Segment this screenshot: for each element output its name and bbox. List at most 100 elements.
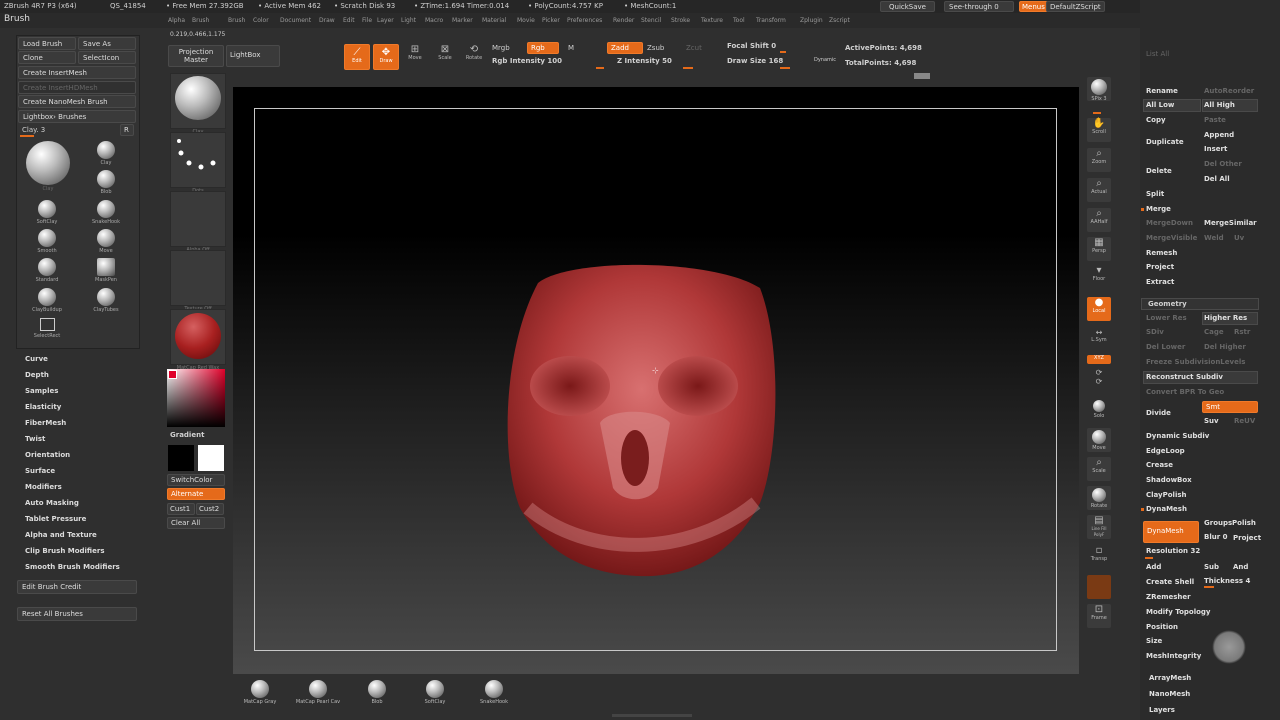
brush-slot-claytubes[interactable]: ClayTubes [86, 288, 126, 313]
menu-item-alpha[interactable]: Alpha [168, 17, 185, 24]
cage-button[interactable]: Cage [1204, 328, 1224, 336]
size-button[interactable]: Size [1146, 637, 1162, 645]
create-inserthdmesh-button[interactable]: Create InsertHDMesh [18, 81, 136, 94]
merge-button[interactable]: Merge [1146, 205, 1171, 213]
menu-item-tool[interactable]: Tool [733, 17, 745, 24]
add-button[interactable]: Add [1146, 563, 1161, 571]
menu-modifiers[interactable]: Modifiers [25, 483, 62, 491]
menu-samples[interactable]: Samples [25, 387, 58, 395]
del-all-button[interactable]: Del All [1204, 175, 1230, 183]
tray-toggle[interactable] [914, 73, 930, 79]
mergesimilar-button[interactable]: MergeSimilar [1204, 219, 1257, 227]
secondary-color-swatch[interactable] [198, 445, 224, 471]
zadd-button[interactable]: Zadd [607, 42, 643, 54]
spix-slider[interactable] [1093, 112, 1101, 114]
mrgb-button[interactable]: Mrgb [492, 44, 510, 52]
transp-button[interactable]: ▫ Transp [1087, 545, 1111, 569]
spix-button[interactable]: SPix 3 [1087, 77, 1111, 102]
polish-toggle[interactable]: Polish [1232, 519, 1256, 527]
actual-button[interactable]: ⌕ Actual [1087, 178, 1111, 202]
menu-item-transform[interactable]: Transform [756, 17, 786, 24]
menu-item-document[interactable]: Document [280, 17, 311, 24]
rotate-axis-icon[interactable]: ⟳ ⟳ [1087, 368, 1111, 392]
meshintegrity-button[interactable]: MeshIntegrity [1146, 652, 1201, 660]
create-nanomesh-button[interactable]: Create NanoMesh Brush [18, 95, 136, 108]
menu-auto-masking[interactable]: Auto Masking [25, 499, 79, 507]
menu-item-stencil[interactable]: Stencil [641, 17, 661, 24]
shelf-matcap-gray[interactable]: MatCap Gray [230, 680, 290, 705]
rstr-button[interactable]: Rstr [1234, 328, 1250, 336]
reconstruct-subdiv-button[interactable]: Reconstruct Subdiv [1146, 373, 1223, 381]
scroll-button[interactable]: ✋ Scroll [1087, 118, 1111, 142]
brush-slot-snakehook[interactable]: SnakeHook [86, 200, 126, 225]
position-button[interactable]: Position [1146, 623, 1178, 631]
menus-button[interactable]: Menus [1019, 1, 1048, 12]
mergedown-button[interactable]: MergeDown [1146, 219, 1193, 227]
smt-toggle[interactable]: Smt [1202, 401, 1258, 413]
create-insertmesh-button[interactable]: Create InsertMesh [18, 66, 136, 79]
texture-thumbnail[interactable]: Texture Off [170, 250, 226, 312]
create-shell-button[interactable]: Create Shell [1146, 578, 1194, 586]
lightbox-button[interactable]: LightBox [226, 45, 280, 67]
insert-button[interactable]: Insert [1204, 145, 1227, 153]
all-high-button[interactable]: All High [1204, 101, 1235, 109]
cust1-button[interactable]: Cust1 [167, 503, 195, 515]
default-zscript-button[interactable]: DefaultZScript [1046, 1, 1105, 12]
menu-smooth-brush-modifiers[interactable]: Smooth Brush Modifiers [25, 563, 120, 571]
polyf-button[interactable]: ▤ Line Fill PolyF [1087, 515, 1111, 539]
edgeloop-button[interactable]: EdgeLoop [1146, 447, 1185, 455]
menu-item-movie[interactable]: Movie [517, 17, 535, 24]
brush-slot-current[interactable]: Clay [23, 141, 73, 192]
draw-size-slider[interactable]: Draw Size 168 [727, 57, 783, 65]
shelf-softclay[interactable]: SoftClay [405, 680, 465, 705]
menu-surface[interactable]: Surface [25, 467, 55, 475]
menu-item-preferences[interactable]: Preferences [567, 17, 602, 24]
dynamesh-button[interactable]: DynaMesh [1143, 521, 1199, 543]
delete-button[interactable]: Delete [1146, 167, 1172, 175]
menu-orientation[interactable]: Orientation [25, 451, 70, 459]
select-icon-button[interactable]: SelectIcon [78, 51, 136, 64]
zremesher-button[interactable]: ZRemesher [1146, 593, 1191, 601]
gradient-label[interactable]: Gradient [170, 431, 204, 439]
brush-slot-smooth[interactable]: Smooth [27, 229, 67, 254]
groups-toggle[interactable]: Groups [1204, 519, 1232, 527]
reset-all-brushes-button[interactable]: Reset All Brushes [17, 607, 137, 621]
nanomesh-button[interactable]: NanoMesh [1149, 690, 1190, 698]
brush-slot-maskpen[interactable]: MaskPen [86, 258, 126, 283]
m-button[interactable]: M [568, 44, 574, 52]
persp-button[interactable]: ▦ Persp [1087, 237, 1111, 261]
menu-clip-brush-modifiers[interactable]: Clip Brush Modifiers [25, 547, 104, 555]
edit-brush-credit-button[interactable]: Edit Brush Credit [17, 580, 137, 594]
menu-item-material[interactable]: Material [482, 17, 506, 24]
alpha-thumbnail[interactable]: Alpha Off [170, 191, 226, 253]
divide-button[interactable]: Divide [1146, 409, 1171, 417]
frame-button[interactable]: ⊡ Frame [1087, 604, 1111, 628]
move-view-button[interactable]: Move [1087, 428, 1111, 452]
menu-twist[interactable]: Twist [25, 435, 45, 443]
menu-item-zplugin[interactable]: Zplugin [800, 17, 823, 24]
split-button[interactable]: Split [1146, 190, 1164, 198]
ghost-button[interactable] [1087, 575, 1111, 599]
del-lower-button[interactable]: Del Lower [1146, 343, 1185, 351]
menu-elasticity[interactable]: Elasticity [25, 403, 61, 411]
resolution-slider[interactable]: Resolution 32 [1146, 547, 1200, 555]
clone-button[interactable]: Clone [18, 51, 76, 64]
del-higher-button[interactable]: Del Higher [1204, 343, 1246, 351]
menu-item-stroke[interactable]: Stroke [671, 17, 690, 24]
material-thumbnail[interactable]: MatCap Red Wax [170, 309, 226, 371]
convert-bpr-button[interactable]: Convert BPR To Geo [1146, 388, 1224, 396]
layers-button[interactable]: Layers [1149, 706, 1175, 714]
floor-button[interactable]: ▾ Floor [1087, 265, 1111, 289]
sculpt-mesh[interactable] [498, 258, 780, 580]
brush-slot-move[interactable]: Move [86, 229, 126, 254]
menu-item-color[interactable]: Color [253, 17, 269, 24]
menu-item-light[interactable]: Light [401, 17, 416, 24]
project-toggle[interactable]: Project [1233, 534, 1261, 542]
menu-item-file[interactable]: File [362, 17, 372, 24]
menu-depth[interactable]: Depth [25, 371, 49, 379]
shadowbox-button[interactable]: ShadowBox [1146, 476, 1192, 484]
xyz-button[interactable]: XYZ [1087, 355, 1111, 364]
cust2-button[interactable]: Cust2 [196, 503, 224, 515]
lightbox-brushes-button[interactable]: Lightbox› Brushes [18, 110, 136, 123]
menu-alpha-texture[interactable]: Alpha and Texture [25, 531, 97, 539]
